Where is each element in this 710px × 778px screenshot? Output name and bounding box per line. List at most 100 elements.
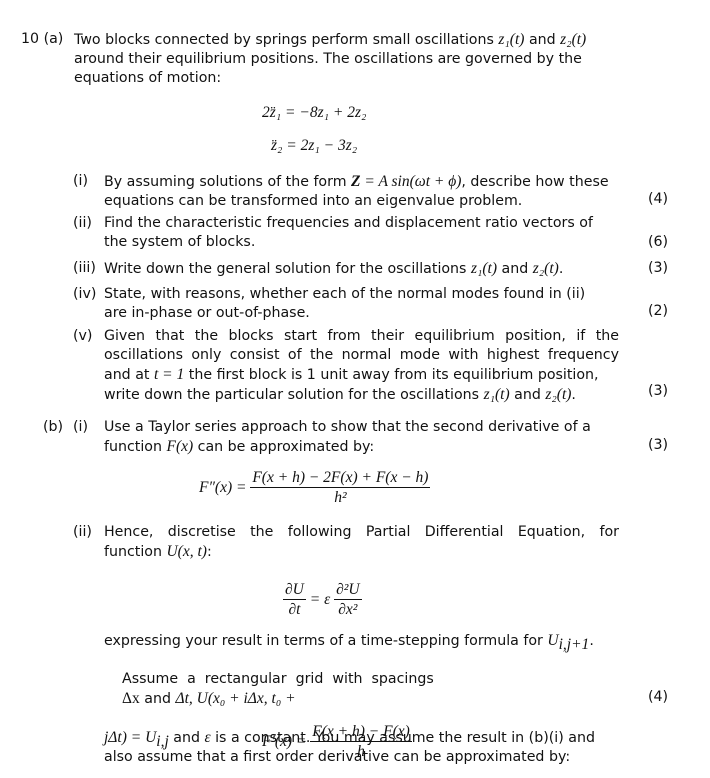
math-z1t: z₁(t) — [470, 260, 498, 277]
pde-rhs-numerator: ∂²U — [336, 581, 360, 598]
pde-equals-epsilon: = ε — [309, 591, 331, 608]
subpart-a-ii: Find the characteristic frequencies and … — [104, 214, 624, 252]
b-i-line-1: Use a Taylor series approach to show tha… — [104, 419, 591, 435]
first-derivative-formula: F′(x) = F(x + h) − F(x) h — [262, 722, 412, 761]
a-i-text: By assuming solutions of the form — [104, 174, 347, 190]
a-v-line-1: Given that the blocks start from their e… — [104, 328, 619, 344]
math-grid-def: U(x₀ + iΔx, t₀ + — [192, 690, 296, 707]
marks-a-ii: (6) — [648, 234, 669, 250]
math-solution-form: = A sin(ωt + ϕ) — [360, 173, 462, 190]
subpart-a-i: By assuming solutions of the form Z = A … — [104, 172, 624, 211]
subpart-a-ii-label: (ii) — [73, 215, 92, 231]
a-iii-end: . — [558, 261, 564, 277]
math-delta-x: Δx — [122, 690, 140, 707]
second-derivative-formula: F″(x) = F(x + h) − 2F(x) + F(x − h) h² — [199, 468, 431, 507]
formula-numerator: F(x + h) − 2F(x) + F(x − h) — [252, 469, 429, 486]
b-ii-p2-and: and — [139, 691, 176, 707]
b-ii-p3-and: and — [168, 730, 205, 746]
formula-fraction: F(x + h) − F(x) h — [310, 722, 412, 761]
intro-and: and — [528, 32, 556, 48]
b-ii-p2: Assume a rectangular grid with spacings … — [104, 651, 619, 728]
math-t-equals-1: t = 1 — [153, 366, 185, 383]
b-i-text: function — [104, 439, 162, 455]
marks-b-ii: (4) — [648, 689, 669, 705]
subpart-a-iv: State, with reasons, whether each of the… — [104, 285, 624, 323]
a-v-text: and at — [104, 367, 150, 383]
a-v-line-2: oscillations only consist of the normal … — [104, 347, 619, 363]
a-i-line-2: equations can be transformed into an eig… — [104, 193, 523, 209]
b-ii-p1-end: . — [589, 633, 594, 649]
a-i-line-1: By assuming solutions of the form Z = A … — [104, 172, 624, 192]
pde-lhs-denominator: ∂t — [283, 599, 306, 619]
marks-b-i: (3) — [648, 437, 669, 453]
intro-line-2: around their equilibrium positions. The … — [74, 51, 582, 67]
b-ii-p2-text: Assume a rectangular grid with spacings — [122, 671, 434, 687]
math-z2t: z₂(t) — [532, 260, 559, 277]
intro-text: Two blocks connected by springs perform … — [74, 32, 494, 48]
subpart-b-ii-label: (ii) — [73, 524, 92, 540]
question-number: 10 (a) — [21, 30, 63, 49]
subpart-b-ii: Hence, discretise the following Partial … — [104, 523, 619, 562]
subpart-a-iii: Write down the general solution for the … — [104, 259, 624, 279]
math-z1t: z₁(t) — [483, 386, 510, 403]
subpart-a-v: Given that the blocks start from their e… — [104, 327, 619, 405]
pde-lhs-numerator: ∂U — [285, 581, 304, 598]
b-ii-p1: expressing your result in terms of a tim… — [104, 631, 619, 653]
a-ii-line-2: the system of blocks. — [104, 234, 256, 250]
a-iii-and: and — [501, 261, 529, 277]
part-a-label: (a) — [43, 31, 64, 47]
equation-2: z̈₂ = 2z₁ − 3z₂ — [271, 137, 358, 154]
a-iv-line-1: State, with reasons, whether each of the… — [104, 286, 586, 302]
a-v-and: and — [514, 387, 541, 403]
math-U-of-x-t: U(x, t) — [166, 543, 207, 560]
math-subscript: i,j+1 — [558, 635, 590, 653]
marks-a-iv: (2) — [648, 303, 669, 319]
a-ii-line-1: Find the characteristic frequencies and … — [104, 215, 593, 231]
subpart-a-iv-label: (iv) — [73, 286, 97, 302]
a-v-text-4: write down the particular solution for t… — [104, 387, 480, 403]
pde-formula: ∂U ∂t = ε ∂²U ∂x² — [283, 580, 362, 619]
formula-fraction: F(x + h) − 2F(x) + F(x − h) h² — [250, 468, 431, 507]
pde-rhs-fraction: ∂²U ∂x² — [334, 580, 362, 619]
a-i-text-post: , describe how these — [461, 174, 609, 190]
a-iii-text: Write down the general solution for the … — [104, 261, 467, 277]
subpart-a-i-label: (i) — [73, 173, 89, 189]
marks-a-v: (3) — [648, 383, 669, 399]
part-b-label: (b) — [43, 419, 64, 435]
marks-a-i: (4) — [648, 191, 669, 207]
formula-numerator: F(x + h) − F(x) — [312, 723, 410, 740]
intro-line-3: equations of motion: — [74, 70, 222, 86]
equation-1: 2z̈₁ = −8z₁ + 2z₂ — [262, 104, 367, 121]
b-ii-p1-text: expressing your result in terms of a tim… — [104, 633, 543, 649]
a-v-text-post: the first block is 1 unit away from its … — [184, 367, 599, 383]
b-i-text-post: can be approximated by: — [193, 439, 375, 455]
marks-a-iii: (3) — [648, 260, 669, 276]
a-v-line-4: write down the particular solution for t… — [104, 385, 619, 405]
subpart-a-v-label: (v) — [73, 328, 93, 344]
formula-lhs: F″(x) = — [199, 479, 247, 496]
pde-rhs-denominator: ∂x² — [334, 599, 362, 619]
b-i-line-2: function F(x) can be approximated by: — [104, 437, 624, 457]
math-Z: Z — [351, 173, 361, 190]
subpart-a-iii-label: (iii) — [73, 260, 96, 276]
intro-line-1: Two blocks connected by springs perform … — [74, 30, 634, 50]
math-z1t: z₁(t) — [498, 31, 525, 48]
formula-denominator: h — [310, 741, 412, 761]
math-U: U — [547, 632, 559, 649]
math-z2t: z₂(t) — [545, 386, 572, 403]
b-ii-line-1: Hence, discretise the following Partial … — [104, 524, 619, 540]
formula-denominator: h² — [250, 487, 431, 507]
question-number-text: 10 — [21, 31, 40, 47]
a-v-line-3: and at t = 1 the first block is 1 unit a… — [104, 365, 619, 385]
math-z2t: z₂(t) — [560, 31, 587, 48]
math-grid-def-cont: jΔt) = U — [104, 729, 157, 746]
a-iv-line-2: are in-phase or out-of-phase. — [104, 305, 310, 321]
pde-lhs-fraction: ∂U ∂t — [283, 580, 306, 619]
a-v-end: . — [571, 387, 576, 403]
b-ii-text: function — [104, 544, 162, 560]
math-delta-t: Δt, — [175, 690, 193, 707]
subpart-b-i: Use a Taylor series approach to show tha… — [104, 418, 624, 457]
formula-lhs: F′(x) = — [262, 733, 307, 750]
math-F-of-x: F(x) — [166, 438, 194, 455]
b-ii-colon: : — [206, 544, 212, 560]
